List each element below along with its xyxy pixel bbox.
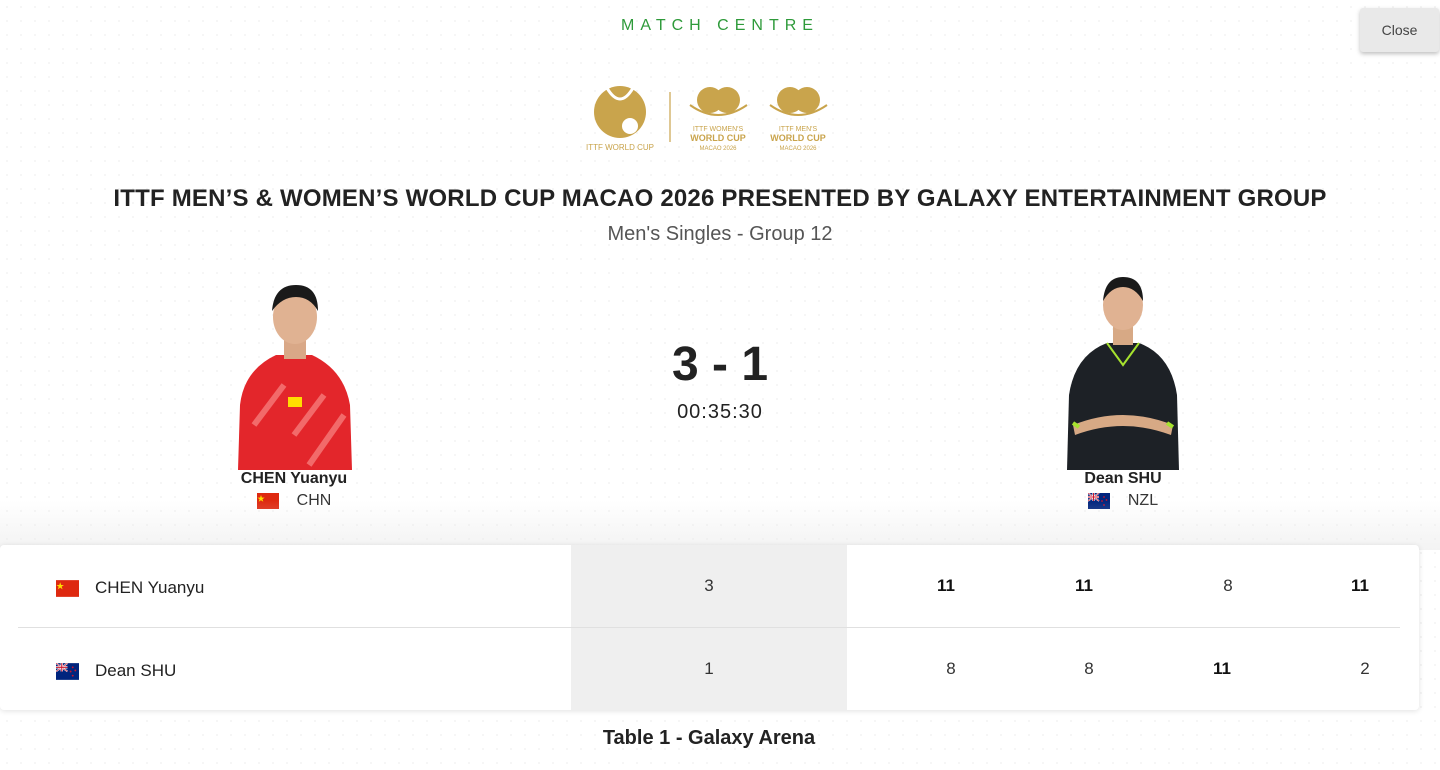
match-score: 3 - 1 bbox=[671, 338, 769, 391]
player-name: Dean SHU bbox=[1084, 470, 1162, 487]
mens-world-cup-logo: ITTF MEN'S WORLD CUP MACAO 2026 bbox=[769, 87, 828, 152]
event-subtitle: Men's Singles - Group 12 bbox=[607, 223, 833, 245]
svg-text:ITTF WOMEN'S: ITTF WOMEN'S bbox=[693, 126, 744, 133]
close-button[interactable]: Close bbox=[1360, 8, 1439, 52]
player-card-home: CHEN Yuanyu CHN bbox=[214, 275, 374, 510]
new-zealand-flag-icon bbox=[56, 663, 79, 680]
set-score-cell: 11 bbox=[1075, 576, 1093, 595]
svg-text:MACAO 2026: MACAO 2026 bbox=[699, 146, 737, 152]
china-flag-icon bbox=[56, 580, 79, 597]
match-centre-label: MATCH CENTRE bbox=[621, 17, 819, 34]
set-score-cell: 8 bbox=[1223, 576, 1233, 595]
svg-text:ITTF WORLD CUP: ITTF WORLD CUP bbox=[586, 143, 654, 152]
player-name: CHEN Yuanyu bbox=[240, 470, 348, 487]
table-row: CHEN Yuanyu 3 11 11 8 11 bbox=[0, 545, 1419, 627]
set-score-cell: 2 bbox=[1360, 659, 1370, 678]
womens-world-cup-logo: ITTF WOMEN'S WORLD CUP MACAO 2026 bbox=[689, 87, 748, 152]
svg-text:MACAO 2026: MACAO 2026 bbox=[779, 146, 817, 152]
event-title: ITTF MEN’S & WOMEN’S WORLD CUP MACAO 202… bbox=[113, 185, 1327, 212]
set-score-cell: 11 bbox=[1213, 659, 1231, 678]
games-won-cell: 1 bbox=[704, 659, 714, 678]
match-duration: 00:35:30 bbox=[677, 401, 763, 423]
row-player-name: Dean SHU bbox=[95, 661, 177, 680]
section-fade bbox=[0, 500, 1440, 550]
row-player-name: CHEN Yuanyu bbox=[95, 578, 205, 597]
player-card-away: Dean SHU NZL bbox=[1043, 275, 1203, 510]
svg-text:WORLD CUP: WORLD CUP bbox=[770, 133, 826, 143]
set-score-cell: 11 bbox=[1351, 576, 1369, 595]
set-score-cell: 8 bbox=[1084, 659, 1094, 678]
ittf-world-cup-logo: ITTF WORLD CUP bbox=[586, 86, 654, 152]
venue-label: Table 1 - Galaxy Arena bbox=[602, 727, 816, 749]
event-logos: ITTF WORLD CUP ITTF WOMEN'S WORLD CUP MA… bbox=[586, 86, 828, 152]
games-won-cell: 3 bbox=[704, 576, 714, 595]
table-row: Dean SHU 1 8 8 11 2 bbox=[0, 628, 1419, 710]
svg-text:WORLD CUP: WORLD CUP bbox=[690, 133, 746, 143]
set-score-cell: 11 bbox=[937, 576, 955, 595]
scoreboard-table: CHEN Yuanyu 3 11 11 8 11 Dean SHU 1 8 8 … bbox=[0, 545, 1419, 710]
svg-text:ITTF MEN'S: ITTF MEN'S bbox=[779, 126, 818, 133]
set-score-cell: 8 bbox=[946, 659, 956, 678]
